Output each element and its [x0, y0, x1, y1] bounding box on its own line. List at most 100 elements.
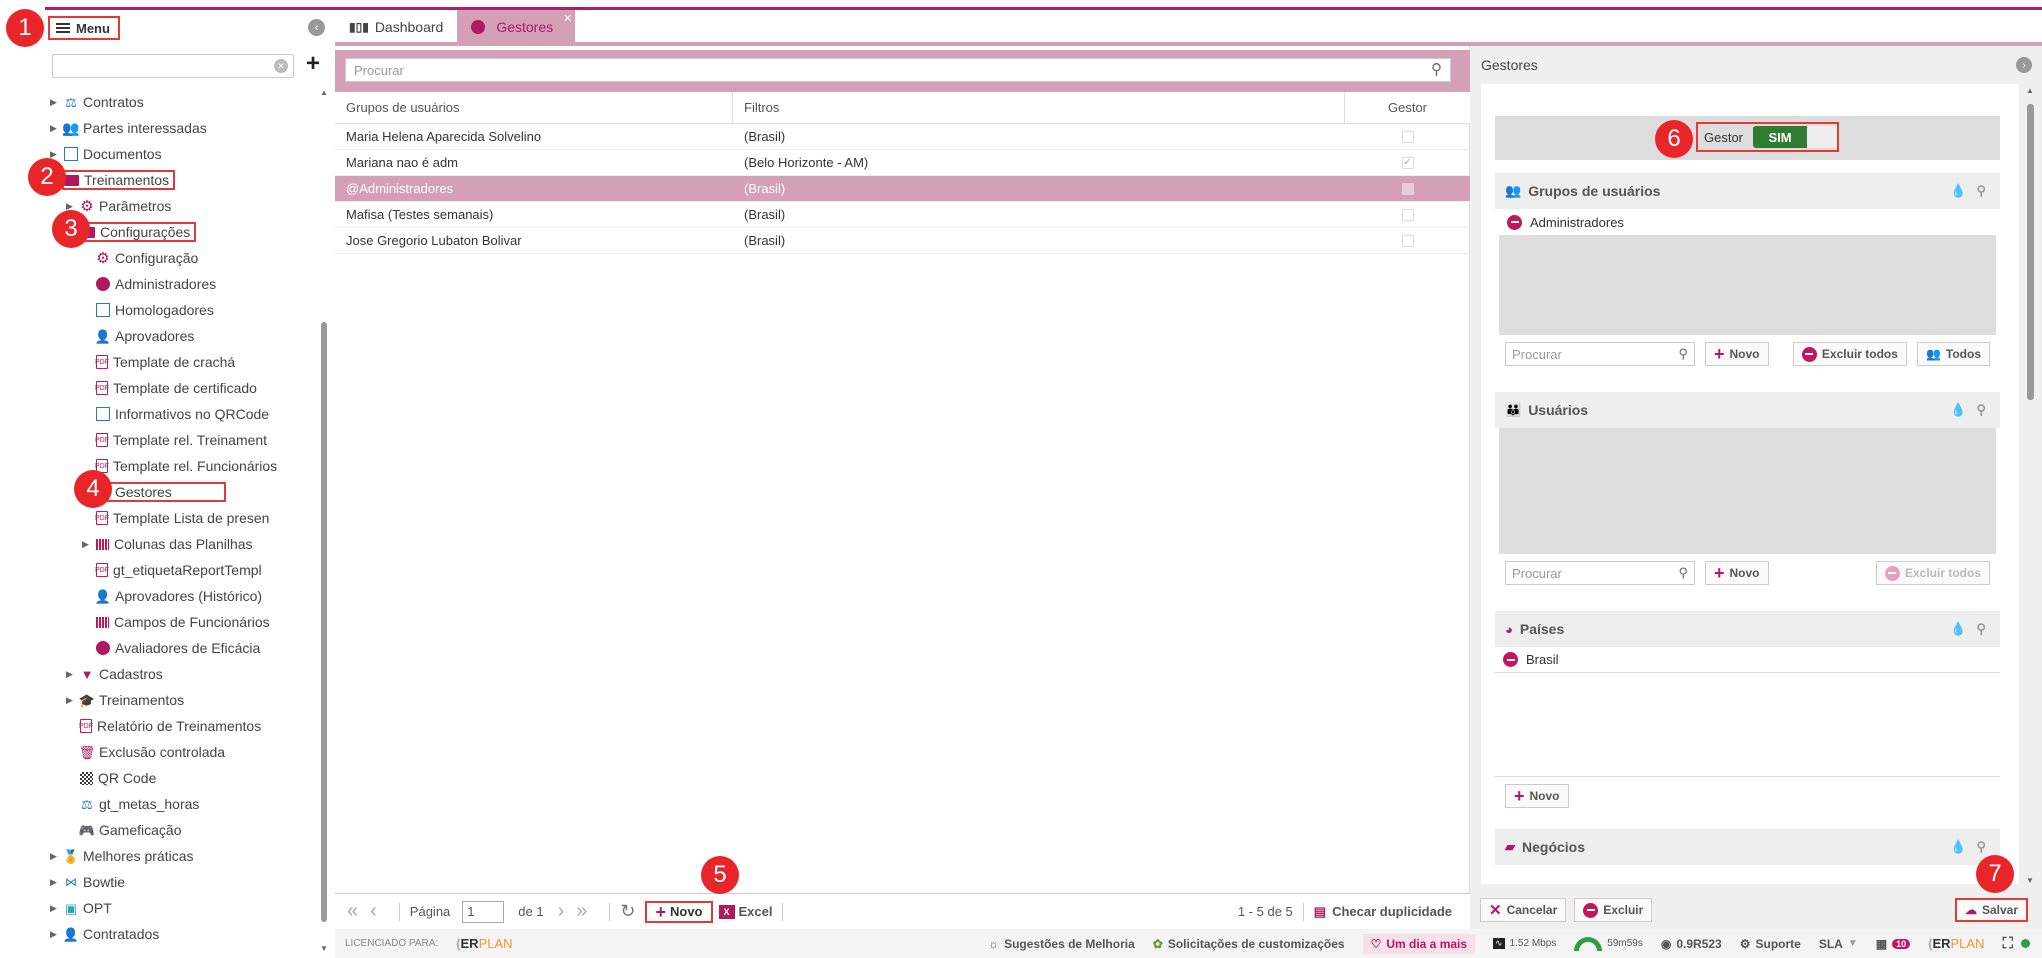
sidebar-item[interactable]: Treinamentos: [50, 167, 320, 193]
sidebar-item[interactable]: ⚖ gt_metas_horas: [50, 791, 320, 817]
chevron-right-icon[interactable]: ▶: [50, 903, 60, 914]
table-row[interactable]: Mafisa (Testes semanais) (Brasil): [335, 202, 1470, 228]
sidebar-search-input[interactable]: [52, 54, 294, 78]
chevron-right-icon[interactable]: ▶: [50, 123, 60, 134]
gestor-checkbox[interactable]: [1401, 130, 1414, 143]
grupos-search-input[interactable]: Procurar ⚲: [1505, 342, 1695, 366]
list-item[interactable]: Brasil: [1495, 647, 2000, 673]
grupos-todos-button[interactable]: 👥 Todos: [1916, 342, 1990, 366]
sidebar-item[interactable]: ▶ 🏅 Melhores práticas: [50, 843, 320, 869]
tab-gestores[interactable]: Gestores ✕: [457, 10, 576, 44]
chevron-right-icon[interactable]: ▶: [66, 695, 76, 706]
usuarios-search-input[interactable]: Procurar ⚲: [1505, 561, 1695, 585]
gestor-checkbox[interactable]: [1401, 182, 1414, 195]
usuarios-excluir-todos-button[interactable]: Excluir todos: [1875, 561, 1990, 585]
sidebar-item[interactable]: ▶ ⋈ Bowtie: [50, 869, 320, 895]
prev-page-icon[interactable]: ‹: [370, 900, 377, 923]
fullscreen-area[interactable]: ⛶: [2002, 935, 2030, 952]
column-header-filtros[interactable]: Filtros: [733, 91, 1345, 124]
scroll-up-icon[interactable]: ▲: [2026, 86, 2034, 95]
drop-icon[interactable]: 💧: [1950, 402, 1966, 418]
next-page-icon[interactable]: ›: [558, 900, 565, 923]
clear-search-icon[interactable]: ✕: [274, 59, 288, 73]
salvar-button[interactable]: ☁ Salvar: [1954, 898, 2028, 922]
refresh-icon[interactable]: ↻: [620, 901, 635, 922]
novo-button[interactable]: + Novo: [645, 900, 713, 923]
chevron-right-icon[interactable]: ▶: [66, 669, 76, 680]
excluir-button[interactable]: Excluir: [1574, 898, 1653, 922]
sidebar-item[interactable]: ▶ ⚙ Parâmetros: [50, 193, 320, 219]
paises-novo-button[interactable]: + Novo: [1505, 784, 1569, 808]
sidebar-item[interactable]: PDF Template rel. Treinament: [50, 427, 320, 453]
menu-button[interactable]: Menu: [48, 16, 120, 40]
sidebar-item[interactable]: QR Code: [50, 765, 320, 791]
drop-icon[interactable]: 💧: [1950, 839, 1966, 855]
tab-dashboard[interactable]: ▮▯▮ Dashboard: [335, 10, 457, 44]
gestor-checkbox[interactable]: [1401, 208, 1414, 221]
scroll-down-icon[interactable]: ▼: [2026, 876, 2034, 885]
usuarios-novo-button[interactable]: + Novo: [1705, 561, 1769, 585]
um-dia-a-mais-link[interactable]: ♡ Um dia a mais: [1362, 933, 1476, 954]
sidebar-item[interactable]: ▶ ⚖ Contratos: [50, 89, 320, 115]
list-item[interactable]: Administradores: [1499, 209, 1996, 235]
sidebar-item[interactable]: ▶ Documentos: [50, 141, 320, 167]
solicitacoes-link[interactable]: ✿ Solicitações de customizações: [1153, 937, 1345, 951]
chevron-right-icon[interactable]: ▶: [82, 539, 92, 550]
sidebar-item[interactable]: ▶ ▼ Cadastros: [50, 661, 320, 687]
sidebar-scrollbar[interactable]: [321, 322, 327, 922]
sidebar-item[interactable]: PDF Template de certificado: [50, 375, 320, 401]
column-header-grupos[interactable]: Grupos de usuários: [335, 91, 733, 124]
sidebar-item[interactable]: Administradores: [50, 271, 320, 297]
grupos-excluir-todos-button[interactable]: Excluir todos: [1792, 342, 1907, 366]
chevron-right-icon[interactable]: ▶: [50, 851, 60, 862]
grupos-novo-button[interactable]: + Novo: [1705, 342, 1769, 366]
sidebar-item[interactable]: Avaliadores de Eficácia: [50, 635, 320, 661]
gestor-checkbox[interactable]: [1401, 234, 1414, 247]
remove-icon[interactable]: [1507, 214, 1522, 230]
sidebar-item[interactable]: Configurações: [50, 219, 320, 245]
sidebar-item[interactable]: PDF Template Lista de presen: [50, 505, 320, 531]
gestor-checkbox[interactable]: ✓: [1401, 156, 1414, 169]
sidebar-item[interactable]: Homologadores: [50, 297, 320, 323]
table-row[interactable]: @Administradores (Brasil): [335, 176, 1470, 202]
first-page-icon[interactable]: «: [347, 900, 358, 923]
sidebar-item[interactable]: 🎮 Gameficação: [50, 817, 320, 843]
sidebar-item[interactable]: 👤 Aprovadores (Histórico): [50, 583, 320, 609]
sidebar-item[interactable]: ⚙ Configuração: [50, 245, 320, 271]
page-number-input[interactable]: 1: [462, 900, 505, 923]
chevron-right-icon[interactable]: ▶: [50, 929, 60, 940]
table-row[interactable]: Mariana nao é adm (Belo Horizonte - AM) ✓: [335, 150, 1470, 176]
column-header-gestor[interactable]: Gestor: [1345, 92, 1470, 124]
sidebar-item[interactable]: ▶ ▣ OPT: [50, 895, 320, 921]
table-row[interactable]: Maria Helena Aparecida Solvelino (Brasil): [335, 124, 1470, 150]
excel-button[interactable]: X Excel: [718, 904, 772, 919]
collapse-panel-icon[interactable]: ›: [2016, 57, 2032, 73]
gestor-toggle[interactable]: SIM: [1753, 126, 1837, 148]
sidebar-item[interactable]: 👤 Aprovadores: [50, 323, 320, 349]
scroll-up-icon[interactable]: ▲: [320, 88, 328, 97]
cancelar-button[interactable]: ✕ Cancelar: [1480, 898, 1567, 922]
table-row[interactable]: Jose Gregorio Lubaton Bolivar (Brasil): [335, 228, 1470, 254]
last-page-icon[interactable]: »: [576, 900, 587, 923]
add-icon[interactable]: +: [302, 52, 324, 76]
sla-dropdown[interactable]: SLA ▼: [1819, 937, 1858, 951]
sidebar-item[interactable]: ▶ Colunas das Planilhas: [50, 531, 320, 557]
check-duplicates-button[interactable]: ▤ Checar duplicidade: [1314, 904, 1452, 920]
pin-icon[interactable]: ⚲: [1976, 621, 1986, 637]
search-icon[interactable]: ⚲: [1431, 60, 1442, 78]
grid-search-input[interactable]: Procurar: [345, 58, 1451, 82]
panel-scrollbar[interactable]: [2027, 104, 2034, 400]
close-tab-icon[interactable]: ✕: [563, 12, 572, 25]
pin-icon[interactable]: ⚲: [1976, 402, 1986, 418]
sugestoes-link[interactable]: ☼ Sugestões de Melhoria: [988, 937, 1135, 951]
sidebar-item[interactable]: ▶ 🎓 Treinamentos: [50, 687, 320, 713]
collapse-sidebar-icon[interactable]: ‹: [308, 19, 325, 36]
pin-icon[interactable]: ⚲: [1976, 183, 1986, 199]
suporte-link[interactable]: ⚙ Suporte: [1740, 937, 1801, 951]
chevron-right-icon[interactable]: ▶: [50, 97, 60, 108]
chevron-right-icon[interactable]: ▶: [50, 877, 60, 888]
scroll-down-icon[interactable]: ▼: [320, 944, 328, 953]
version-info[interactable]: ◉ 0.9R523: [1661, 937, 1722, 951]
drop-icon[interactable]: 💧: [1950, 621, 1966, 637]
sidebar-item[interactable]: ▶ 👥 Partes interessadas: [50, 115, 320, 141]
